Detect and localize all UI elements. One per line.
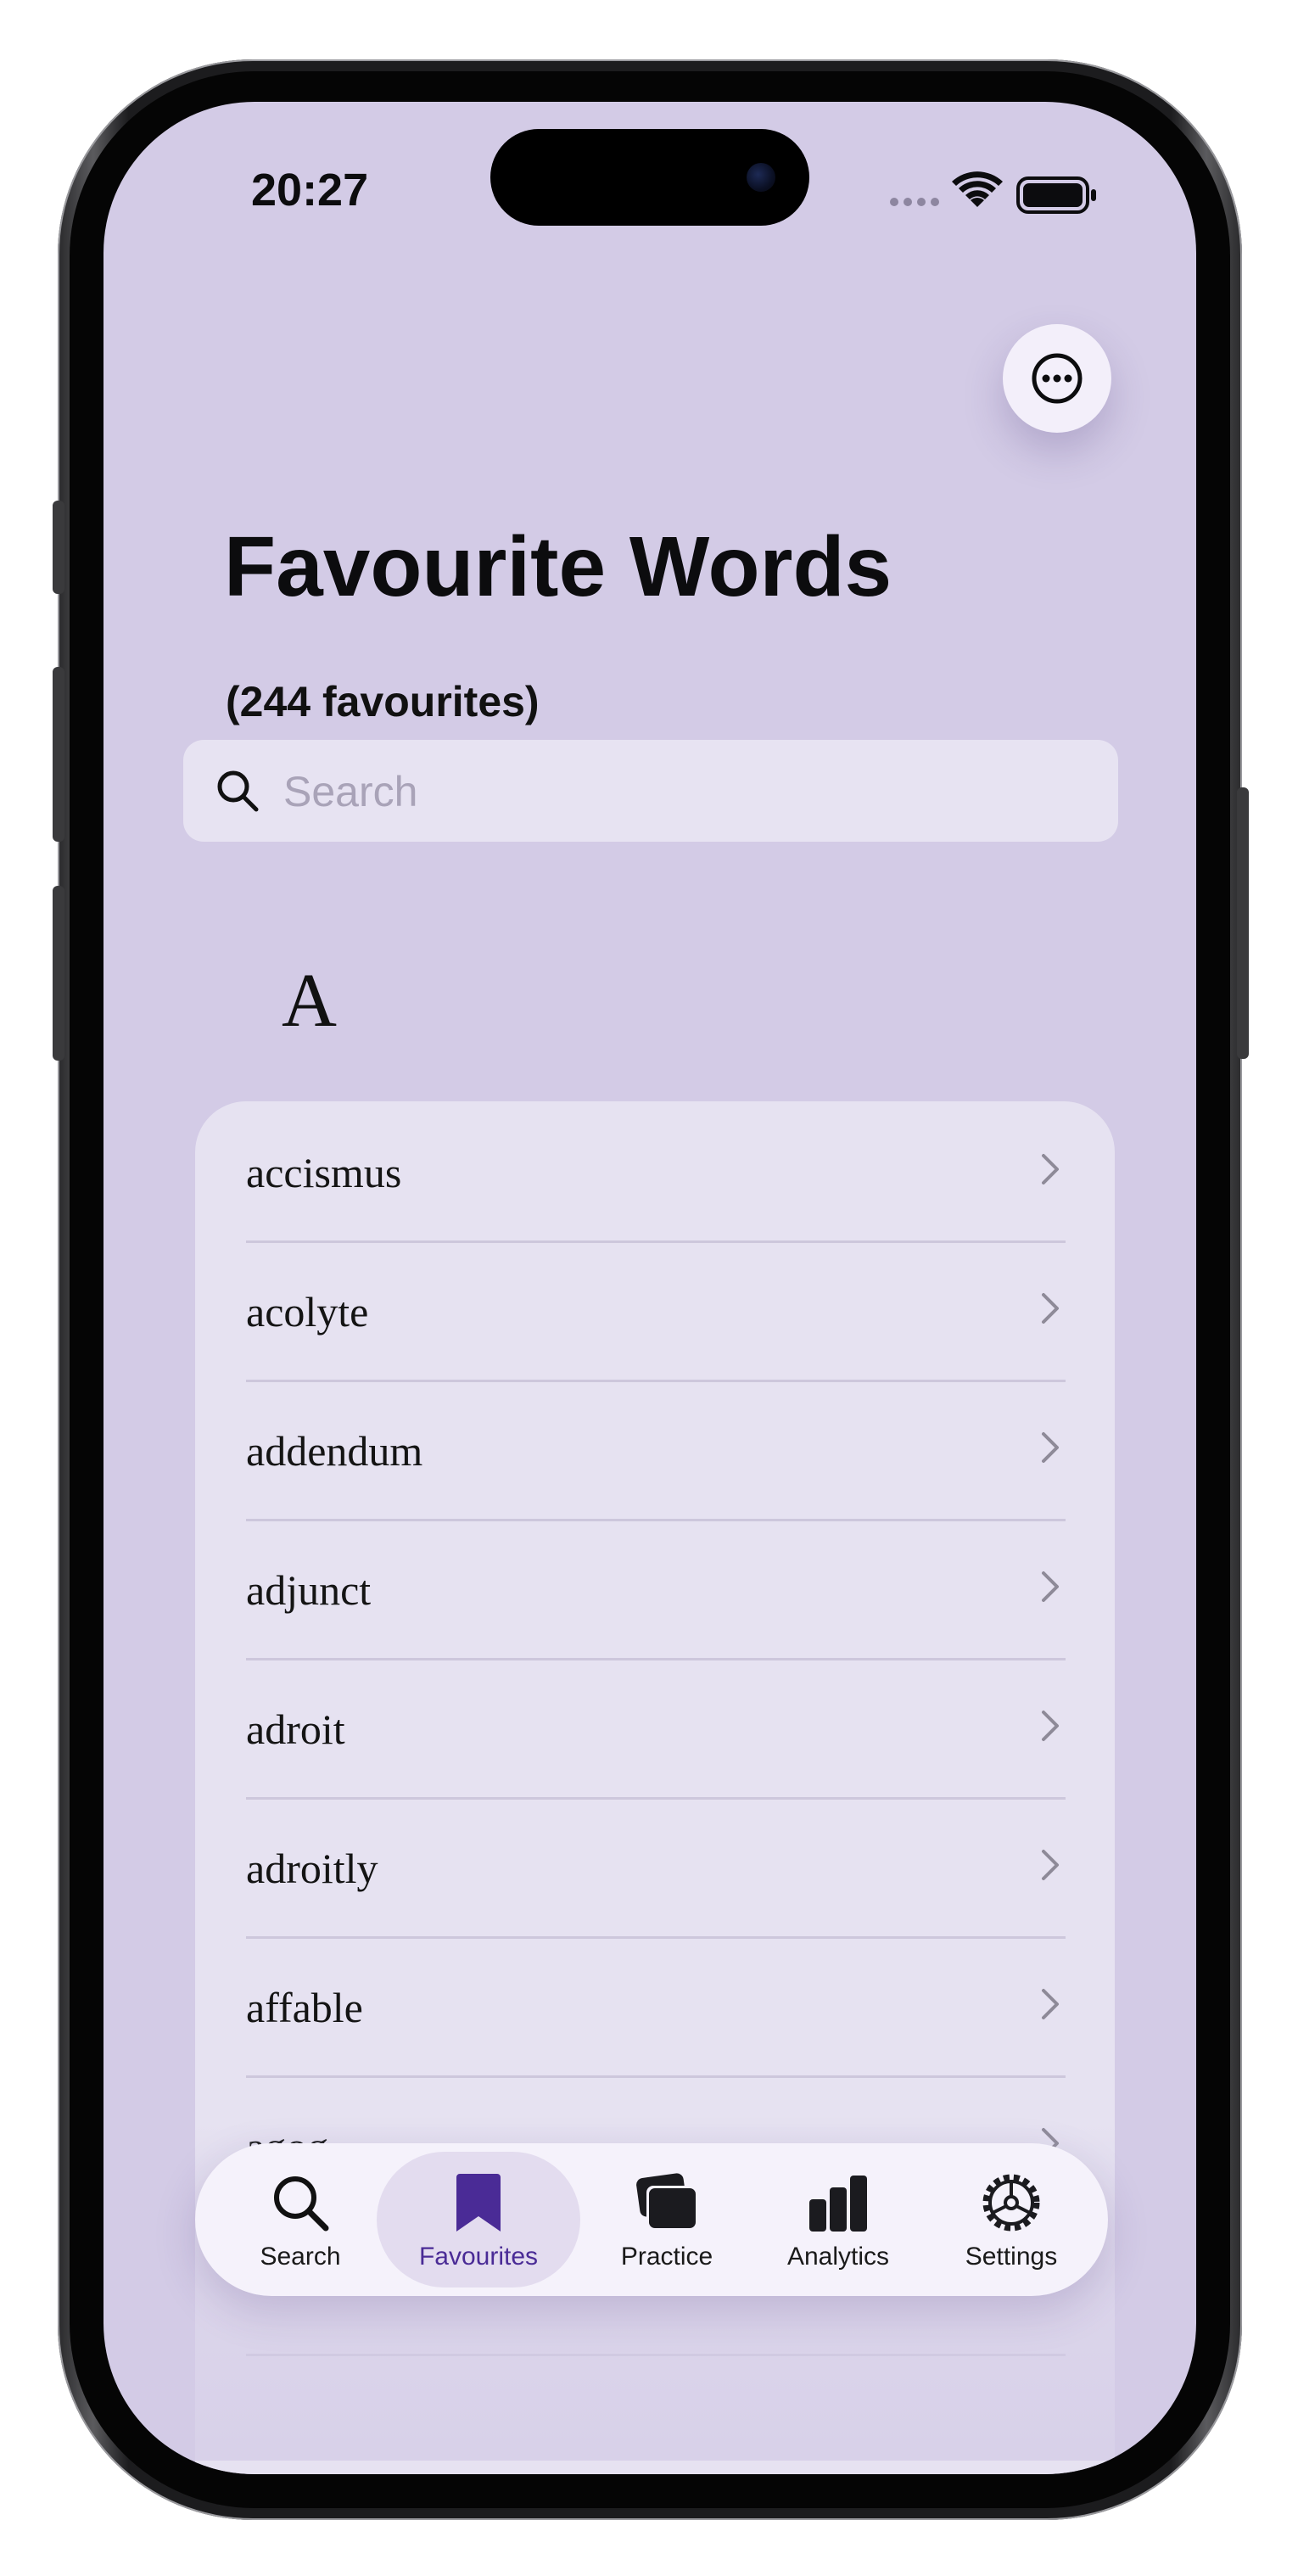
wifi-icon [952, 171, 1003, 207]
word-label: affable [246, 1984, 363, 2031]
page-title: Favourite Words [224, 519, 892, 614]
chevron-right-icon [1042, 1711, 1059, 1741]
bar-chart-icon [809, 2176, 867, 2232]
word-row[interactable]: accismus [246, 1101, 1066, 1243]
chevron-right-icon [1042, 1432, 1059, 1463]
ellipsis-circle-icon [1032, 353, 1083, 404]
volume-down-button [53, 886, 64, 1061]
search-field[interactable] [183, 740, 1118, 842]
word-label: adroitly [246, 1845, 378, 1892]
word-row[interactable]: adroit [246, 1658, 1066, 1800]
tab-label: Practice [620, 2243, 713, 2271]
tab-search[interactable]: Search [215, 2152, 385, 2288]
chevron-right-icon [1042, 1293, 1059, 1324]
chevron-right-icon [1042, 1850, 1059, 1880]
tab-practice[interactable]: Practice [582, 2152, 752, 2288]
chevron-right-icon [1042, 1571, 1059, 1602]
more-options-button[interactable] [1003, 324, 1111, 433]
word-row[interactable]: adjunct [246, 1519, 1066, 1660]
gear-icon [982, 2174, 1040, 2232]
tab-analytics[interactable]: Analytics [753, 2152, 923, 2288]
cellular-signal-icon [890, 198, 939, 206]
bookmark-icon [456, 2174, 501, 2232]
chevron-right-icon [1042, 1989, 1059, 2019]
camera-lens [747, 163, 775, 192]
tab-label: Favourites [418, 2243, 539, 2271]
tab-favourites[interactable]: Favourites [377, 2152, 580, 2288]
word-row[interactable]: acolyte [246, 1240, 1066, 1382]
word-label: adjunct [246, 1566, 372, 1614]
tab-label: Analytics [786, 2243, 890, 2271]
word-label: addendum [246, 1427, 423, 1475]
search-icon [274, 2176, 329, 2232]
section-header-letter: A [282, 959, 337, 1043]
tab-label: Search [260, 2243, 341, 2271]
chevron-right-icon [1042, 1154, 1059, 1184]
tab-settings[interactable]: Settings [926, 2152, 1096, 2288]
action-button [53, 501, 64, 594]
word-row[interactable]: affable [246, 1936, 1066, 2078]
tab-bar: Search Favourites Practice Analytics Set… [195, 2143, 1108, 2296]
tab-label: Settings [965, 2243, 1058, 2271]
word-row[interactable]: adroitly [246, 1797, 1066, 1939]
word-label: adroit [246, 1705, 345, 1753]
favourites-count: (244 favourites) [226, 678, 540, 725]
search-icon [217, 770, 259, 812]
cards-icon [636, 2173, 697, 2230]
screen: 20:27 Favourite Words (244 favourites) S… [104, 102, 1196, 2474]
word-label: accismus [246, 1149, 402, 1196]
power-button [1237, 787, 1249, 1059]
word-label: acolyte [246, 1288, 369, 1336]
word-row[interactable]: addendum [246, 1380, 1066, 1521]
status-time: 20:27 [251, 165, 369, 216]
battery-icon [1016, 176, 1096, 214]
volume-up-button [53, 667, 64, 842]
status-icons [890, 171, 1096, 214]
search-input[interactable] [282, 757, 1083, 826]
